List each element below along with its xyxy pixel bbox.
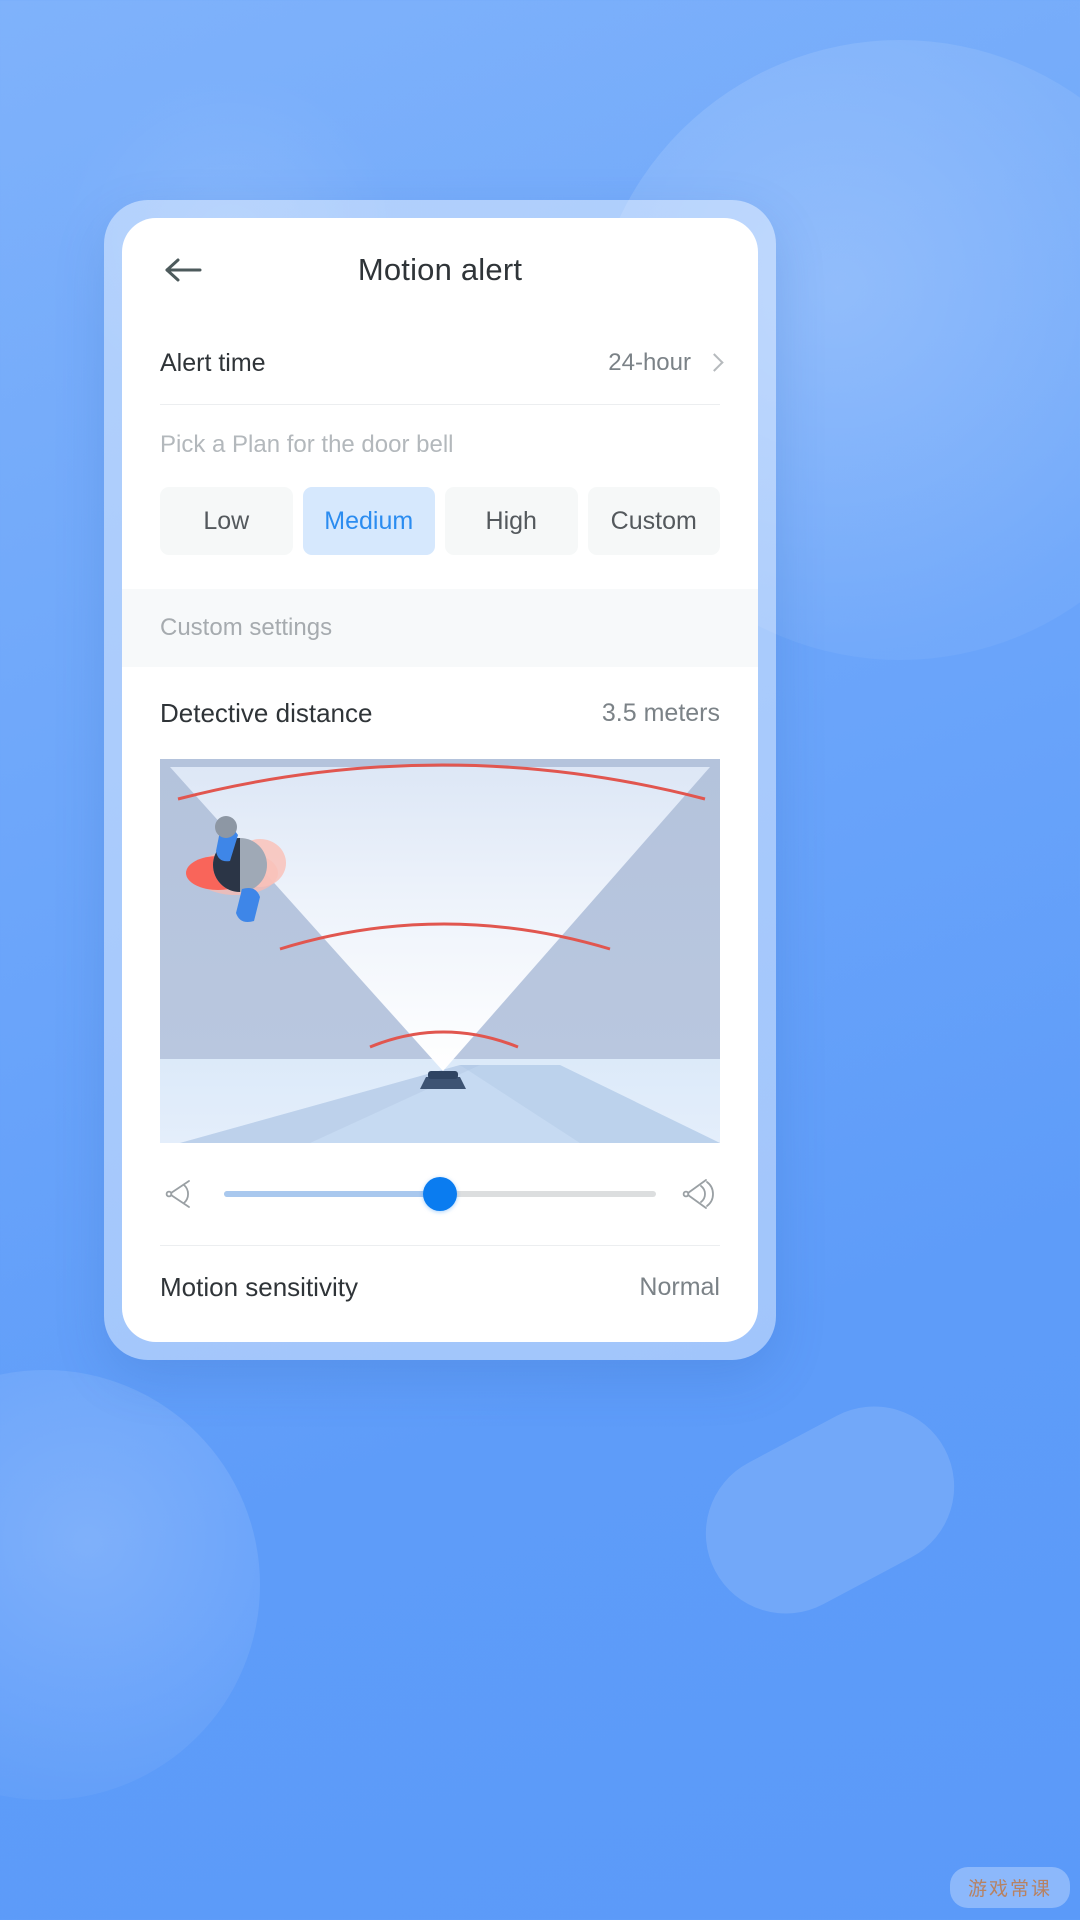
alert-time-right: 24-hour <box>608 349 720 377</box>
detective-distance-label: Detective distance <box>160 697 373 728</box>
plan-hint: Pick a Plan for the door bell <box>160 431 454 458</box>
plan-chip-high[interactable]: High <box>445 487 578 555</box>
motion-sensitivity-value: Normal <box>639 1272 720 1301</box>
plan-chip-low[interactable]: Low <box>160 487 293 555</box>
back-button[interactable] <box>160 248 208 292</box>
custom-settings-label: Custom settings <box>160 614 333 641</box>
plan-chip-medium[interactable]: Medium <box>302 487 435 555</box>
page-title: Motion alert <box>357 252 523 287</box>
background-blob-bottom-right <box>677 1378 983 1642</box>
alert-time-label: Alert time <box>160 348 266 377</box>
slider-fill <box>224 1191 440 1197</box>
motion-sensitivity-row: Motion sensitivity Normal <box>122 1246 758 1316</box>
chevron-right-icon <box>707 352 720 374</box>
narrow-cone-icon[interactable] <box>160 1173 202 1215</box>
motion-sensitivity-label: Motion sensitivity <box>160 1271 358 1302</box>
alert-time-row[interactable]: Alert time 24-hour <box>122 322 758 404</box>
app-header: Motion alert <box>122 218 758 322</box>
wide-cone-icon[interactable] <box>678 1173 720 1215</box>
motion-sensitivity-slider-row <box>122 1316 758 1342</box>
detective-distance-slider[interactable] <box>224 1177 656 1211</box>
slider-knob[interactable] <box>423 1177 457 1211</box>
detective-distance-row: Detective distance 3.5 meters <box>122 667 758 759</box>
radar-illustration-svg <box>160 759 720 1143</box>
custom-settings-band: Custom settings <box>122 589 758 667</box>
detective-distance-slider-row <box>122 1143 758 1245</box>
alert-time-value: 24-hour <box>608 349 691 376</box>
phone-screen: Motion alert Alert time 24-hour Pick a P… <box>122 218 758 1342</box>
watermark: 游戏常课 <box>949 1867 1070 1908</box>
arrow-left-icon <box>165 258 202 282</box>
plan-selector: Low Medium High Custom <box>122 459 758 589</box>
plan-chip-custom[interactable]: Custom <box>587 487 720 555</box>
radar-illustration <box>160 759 720 1143</box>
detective-distance-value: 3.5 meters <box>601 698 720 727</box>
background-blob-bottom-left <box>0 1370 260 1800</box>
